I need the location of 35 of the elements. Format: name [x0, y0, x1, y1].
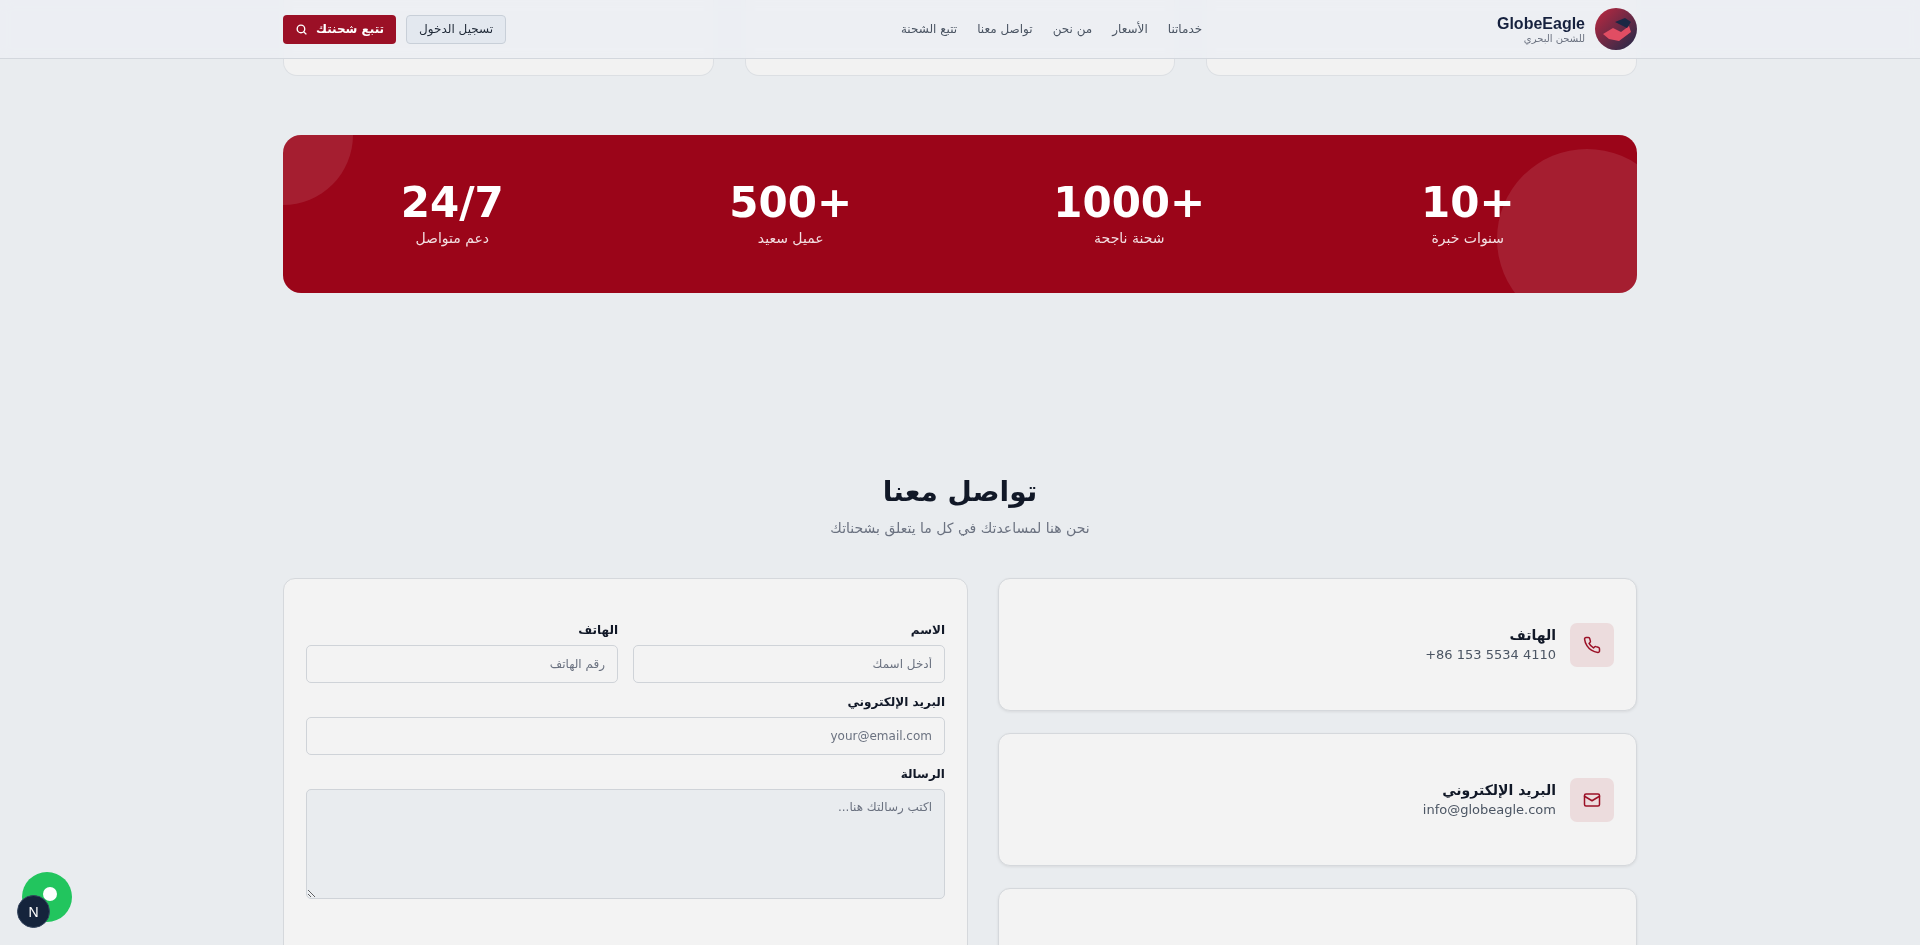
dev-badge[interactable]: N: [17, 895, 50, 928]
nav-link[interactable]: الأسعار: [1112, 22, 1148, 36]
message-field[interactable]: اكتب رسالتك هنا...: [306, 789, 945, 899]
nav-link[interactable]: خدماتنا: [1167, 22, 1203, 36]
track-shipment-button[interactable]: تتبع شحنتك: [283, 14, 397, 44]
email-field[interactable]: your@email.com: [306, 717, 945, 755]
search-icon: [295, 22, 308, 36]
section-title: تواصل معنا: [881, 475, 1039, 508]
section-subtitle: نحن هنا لمساعدتك في كل ما يتعلق بشحناتك: [829, 520, 1091, 536]
stat-value: 24/7: [400, 182, 504, 224]
contact-title: الهاتف: [1508, 627, 1556, 643]
field-label: البريد الإلكتروني: [846, 695, 945, 709]
stat-value: 1000+: [1053, 182, 1206, 224]
stat-label: دعم متواصل: [415, 230, 490, 246]
field-label: الرسالة: [899, 767, 945, 781]
stat-label: عميل سعيد: [757, 230, 824, 246]
login-button[interactable]: تسجيل الدخول: [406, 14, 507, 44]
brand-name: GlobeEagle: [1496, 14, 1585, 33]
nav-link[interactable]: تتبع الشحنة: [900, 22, 958, 36]
stat-label: سنوات خبرة: [1431, 230, 1505, 246]
contact-title: البريد الإلكتروني: [1441, 782, 1556, 798]
nav-link[interactable]: تواصل معنا: [977, 22, 1033, 36]
logo-icon[interactable]: [1595, 8, 1637, 50]
contact-value: +86 153 5534 4110: [1425, 647, 1556, 662]
field-label: الاسم: [909, 623, 945, 637]
brand-tagline: للشحن البحري: [1523, 32, 1585, 44]
input-field[interactable]: رقم الهاتف: [306, 645, 618, 683]
field-label: الهاتف: [577, 623, 618, 637]
mail-icon: [1583, 790, 1601, 809]
phone-icon: [1583, 635, 1601, 654]
stat-value: 500+: [729, 182, 853, 224]
contact-value: info@globeagle.com: [1422, 802, 1556, 817]
nav-link[interactable]: من نحن: [1052, 22, 1093, 36]
stat-value: 10+: [1420, 182, 1515, 224]
stat-label: شحنة ناجحة: [1094, 230, 1165, 246]
